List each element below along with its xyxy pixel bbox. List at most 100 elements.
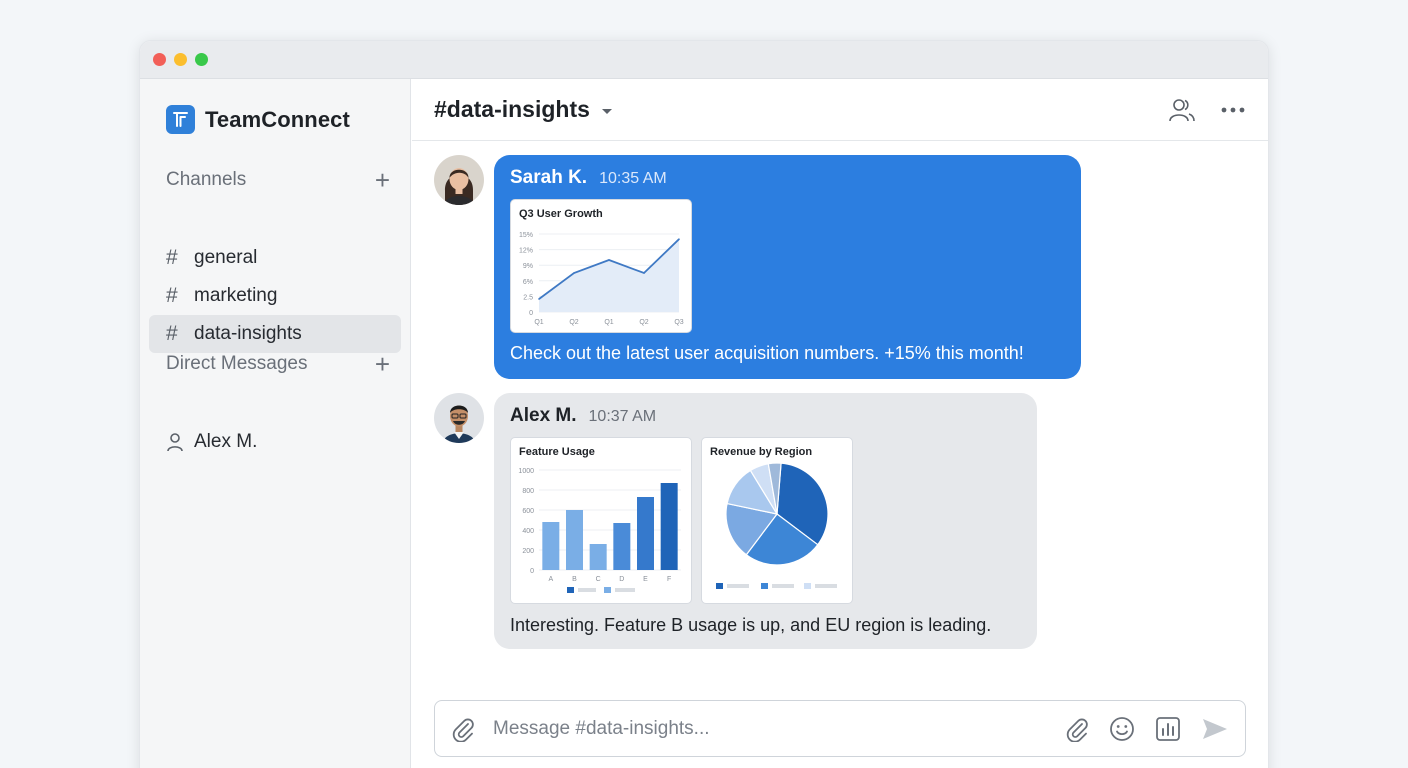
y-tick-label: 12% bbox=[519, 248, 533, 255]
legend-placeholder bbox=[578, 588, 596, 592]
x-tick-label: B bbox=[572, 576, 577, 583]
paperclip-icon[interactable] bbox=[1065, 716, 1089, 742]
legend-placeholder bbox=[727, 584, 749, 588]
x-tick-label: Q1 bbox=[534, 319, 543, 326]
channel-name: marketing bbox=[194, 285, 278, 306]
message-composer bbox=[434, 700, 1246, 757]
y-tick-label: 1000 bbox=[518, 468, 534, 475]
channel-name: general bbox=[194, 247, 258, 268]
legend-swatch bbox=[716, 583, 723, 589]
app-window: TeamConnect Channels + # general # marke… bbox=[139, 40, 1269, 768]
data-point bbox=[538, 298, 540, 300]
x-tick-label: F bbox=[667, 576, 671, 583]
data-point bbox=[643, 272, 645, 274]
chart-card-feature-usage[interactable]: Feature Usage 0 200 400 600 800 1000 A B C D E F bbox=[510, 437, 692, 604]
sidebar-item-data-insights[interactable]: # data-insights bbox=[149, 315, 401, 353]
avatar bbox=[434, 155, 484, 205]
data-point bbox=[678, 238, 680, 240]
maximize-window-button[interactable] bbox=[195, 53, 208, 66]
y-tick-label: 9% bbox=[523, 263, 533, 270]
y-tick-label: 6% bbox=[523, 279, 533, 286]
minimize-window-button[interactable] bbox=[174, 53, 187, 66]
hash-icon: # bbox=[166, 284, 178, 307]
legend-swatch bbox=[804, 583, 811, 589]
hash-icon: # bbox=[166, 322, 178, 345]
x-tick-label: Q2 bbox=[569, 319, 578, 326]
chart-card-revenue-by-region[interactable]: Revenue by Region bbox=[701, 437, 853, 604]
dm-name: Alex M. bbox=[194, 431, 258, 452]
message-alex: Alex M. 10:37 AM Feature Usage 0 200 400 60… bbox=[434, 393, 1054, 650]
sidebar: TeamConnect Channels + # general # marke… bbox=[140, 79, 411, 768]
channels-label: Channels bbox=[166, 169, 247, 190]
send-icon[interactable] bbox=[1201, 717, 1229, 741]
x-tick-label: C bbox=[596, 576, 601, 583]
bar-chart: 0 200 400 600 800 1000 A B C D E F bbox=[518, 468, 681, 593]
y-tick-label: 0 bbox=[530, 568, 534, 575]
legend-swatch bbox=[567, 587, 574, 593]
author-name: Sarah K. bbox=[510, 167, 588, 188]
title-bar bbox=[140, 41, 1268, 79]
bar bbox=[566, 510, 583, 570]
close-window-button[interactable] bbox=[153, 53, 166, 66]
x-tick-label: Q2 bbox=[639, 319, 648, 326]
x-tick-label: Q3 bbox=[674, 319, 683, 326]
y-tick-label: 200 bbox=[522, 548, 534, 555]
attach-icon[interactable] bbox=[451, 716, 475, 742]
legend-swatch bbox=[761, 583, 768, 589]
sidebar-item-marketing[interactable]: # marketing bbox=[149, 277, 401, 315]
main-panel: #data-insights Sarah K. 10:35 AM Q3 User… bbox=[412, 79, 1268, 768]
emoji-icon[interactable] bbox=[1109, 716, 1135, 742]
chart-card-user-growth[interactable]: Q3 User Growth 0 2.5 6% 9% 12% 15% Q1 Q2 Q1 Q2 Q3 bbox=[510, 199, 692, 333]
y-tick-label: 800 bbox=[522, 488, 534, 495]
data-point bbox=[573, 272, 575, 274]
message-input[interactable] bbox=[493, 717, 1065, 740]
user-icon bbox=[166, 432, 194, 452]
x-tick-label: E bbox=[643, 576, 648, 583]
y-tick-label: 400 bbox=[522, 528, 534, 535]
x-tick-label: Q1 bbox=[604, 319, 613, 326]
direct-messages-label: Direct Messages bbox=[166, 353, 308, 374]
legend-swatch bbox=[604, 587, 611, 593]
timestamp: 10:35 AM bbox=[599, 170, 667, 187]
bar bbox=[613, 523, 631, 570]
bar bbox=[589, 544, 607, 570]
bar bbox=[660, 483, 678, 570]
channel-title: #data-insights bbox=[434, 96, 590, 122]
add-direct-message-button[interactable]: + bbox=[375, 351, 390, 377]
x-tick-label: D bbox=[619, 576, 624, 583]
app-name: TeamConnect bbox=[205, 106, 350, 132]
add-channel-button[interactable]: + bbox=[375, 167, 390, 193]
direct-messages-header: Direct Messages + bbox=[166, 351, 390, 377]
legend-placeholder bbox=[772, 584, 794, 588]
message-text: Interesting. Feature B usage is up, and … bbox=[510, 615, 992, 635]
app-logo-icon bbox=[166, 105, 195, 134]
channel-header: #data-insights bbox=[412, 79, 1268, 141]
message-bubble: Sarah K. 10:35 AM Q3 User Growth 0 2.5 6% 9… bbox=[494, 155, 1081, 379]
author-name: Alex M. bbox=[510, 405, 577, 426]
avatar bbox=[434, 393, 484, 443]
brand: TeamConnect bbox=[166, 105, 350, 134]
channel-name: data-insights bbox=[194, 323, 302, 344]
sidebar-item-general[interactable]: # general bbox=[149, 239, 401, 277]
chart-icon[interactable] bbox=[1155, 716, 1181, 742]
y-tick-label: 15% bbox=[519, 232, 533, 239]
legend-placeholder bbox=[615, 588, 635, 592]
sidebar-item-alex-m[interactable]: Alex M. bbox=[149, 423, 401, 461]
bar bbox=[542, 522, 560, 570]
more-icon[interactable] bbox=[1220, 106, 1246, 114]
chevron-down-icon bbox=[600, 96, 614, 123]
line-chart: 0 2.5 6% 9% 12% 15% Q1 Q2 Q1 Q2 Q3 bbox=[519, 232, 684, 326]
channel-title-button[interactable]: #data-insights bbox=[434, 96, 614, 123]
message-sarah: Sarah K. 10:35 AM Q3 User Growth 0 2.5 6% 9… bbox=[434, 155, 1094, 379]
members-icon[interactable] bbox=[1168, 97, 1196, 123]
message-bubble: Alex M. 10:37 AM Feature Usage 0 200 400 60… bbox=[494, 393, 1037, 649]
bar bbox=[637, 497, 654, 570]
hash-icon: # bbox=[166, 246, 178, 269]
y-tick-label: 2.5 bbox=[523, 294, 533, 301]
message-text: Check out the latest user acquisition nu… bbox=[510, 343, 1024, 363]
channels-header: Channels + bbox=[166, 167, 390, 193]
y-tick-label: 0 bbox=[529, 310, 533, 317]
y-tick-label: 600 bbox=[522, 508, 534, 515]
timestamp: 10:37 AM bbox=[588, 408, 657, 425]
area-fill bbox=[539, 239, 679, 312]
